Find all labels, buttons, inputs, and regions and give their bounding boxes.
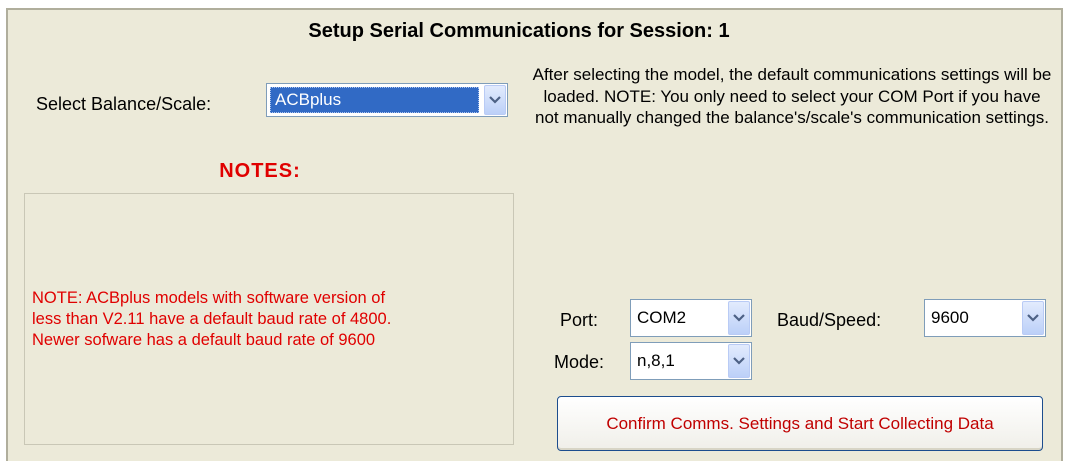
port-select-value: COM2 bbox=[637, 308, 687, 327]
balance-select-value: ACBplus bbox=[275, 90, 342, 109]
chevron-down-icon[interactable] bbox=[1022, 301, 1044, 335]
confirm-start-button[interactable]: Confirm Comms. Settings and Start Collec… bbox=[557, 396, 1043, 451]
notes-line: Newer sofware has a default baud rate of… bbox=[32, 331, 376, 349]
baud-label: Baud/Speed: bbox=[777, 310, 882, 330]
baud-select[interactable]: 9600 bbox=[924, 299, 1046, 337]
chevron-down-icon[interactable] bbox=[728, 301, 750, 335]
notes-line: NOTE: ACBplus models with software versi… bbox=[32, 289, 386, 307]
mode-select[interactable]: n,8,1 bbox=[630, 342, 752, 380]
page-title: Setup Serial Communications for Session:… bbox=[308, 20, 730, 42]
info-text: After selecting the model, the default c… bbox=[532, 65, 1052, 127]
balance-select[interactable]: ACBplus bbox=[266, 83, 508, 117]
notes-title: NOTES: bbox=[219, 160, 301, 182]
mode-select-value: n,8,1 bbox=[637, 351, 675, 370]
notes-line: less than V2.11 have a default baud rate… bbox=[32, 310, 392, 328]
port-select[interactable]: COM2 bbox=[630, 299, 752, 337]
balance-label: Select Balance/Scale: bbox=[36, 94, 212, 114]
port-label: Port: bbox=[560, 310, 599, 330]
chevron-down-icon[interactable] bbox=[728, 344, 750, 378]
baud-select-value: 9600 bbox=[931, 308, 969, 327]
mode-label: Mode: bbox=[554, 352, 605, 372]
chevron-down-icon[interactable] bbox=[484, 85, 506, 115]
notes-text: NOTE: ACBplus models with software versi… bbox=[32, 288, 512, 351]
